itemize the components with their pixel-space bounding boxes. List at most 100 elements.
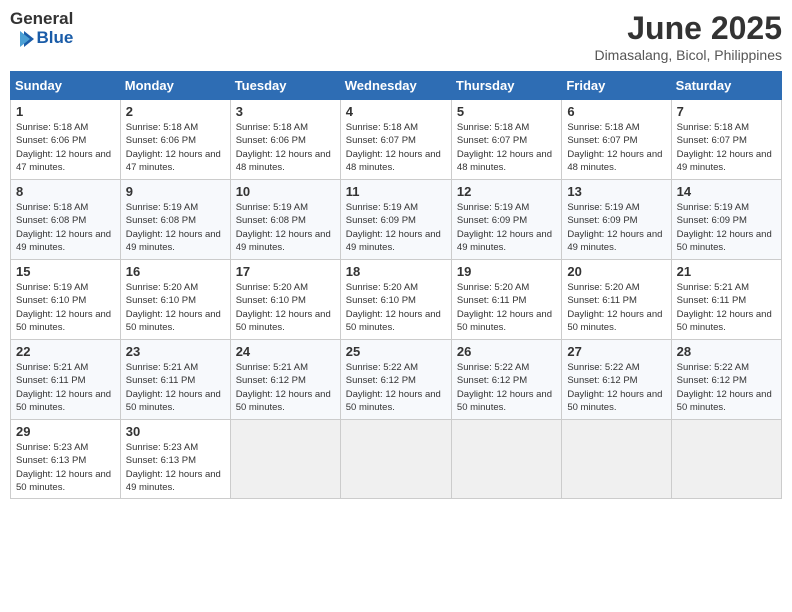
table-row: 29 Sunrise: 5:23 AM Sunset: 6:13 PM Dayl…: [11, 420, 121, 499]
day-info: Sunrise: 5:23 AM Sunset: 6:13 PM Dayligh…: [126, 441, 225, 494]
day-number: 25: [346, 344, 446, 359]
table-row: 28 Sunrise: 5:22 AM Sunset: 6:12 PM Dayl…: [671, 340, 781, 420]
header-friday: Friday: [562, 72, 671, 100]
day-info: Sunrise: 5:21 AM Sunset: 6:11 PM Dayligh…: [16, 361, 115, 414]
table-row: 23 Sunrise: 5:21 AM Sunset: 6:11 PM Dayl…: [120, 340, 230, 420]
day-number: 16: [126, 264, 225, 279]
day-info: Sunrise: 5:23 AM Sunset: 6:13 PM Dayligh…: [16, 441, 115, 494]
day-info: Sunrise: 5:19 AM Sunset: 6:09 PM Dayligh…: [567, 201, 665, 254]
day-number: 7: [677, 104, 776, 119]
day-info: Sunrise: 5:20 AM Sunset: 6:10 PM Dayligh…: [346, 281, 446, 334]
page-header: General Blue June 2025 Dimasalang, Bicol…: [10, 10, 782, 63]
day-number: 9: [126, 184, 225, 199]
day-info: Sunrise: 5:19 AM Sunset: 6:09 PM Dayligh…: [457, 201, 556, 254]
day-info: Sunrise: 5:21 AM Sunset: 6:11 PM Dayligh…: [126, 361, 225, 414]
table-row: [340, 420, 451, 499]
header-saturday: Saturday: [671, 72, 781, 100]
day-info: Sunrise: 5:20 AM Sunset: 6:10 PM Dayligh…: [236, 281, 335, 334]
day-info: Sunrise: 5:20 AM Sunset: 6:10 PM Dayligh…: [126, 281, 225, 334]
table-row: 5 Sunrise: 5:18 AM Sunset: 6:07 PM Dayli…: [451, 100, 561, 180]
table-row: [671, 420, 781, 499]
day-number: 15: [16, 264, 115, 279]
day-number: 2: [126, 104, 225, 119]
header-thursday: Thursday: [451, 72, 561, 100]
table-row: 27 Sunrise: 5:22 AM Sunset: 6:12 PM Dayl…: [562, 340, 671, 420]
day-number: 30: [126, 424, 225, 439]
table-row: 1 Sunrise: 5:18 AM Sunset: 6:06 PM Dayli…: [11, 100, 121, 180]
day-number: 26: [457, 344, 556, 359]
table-row: [451, 420, 561, 499]
day-info: Sunrise: 5:21 AM Sunset: 6:11 PM Dayligh…: [677, 281, 776, 334]
day-number: 29: [16, 424, 115, 439]
day-info: Sunrise: 5:18 AM Sunset: 6:06 PM Dayligh…: [126, 121, 225, 174]
day-info: Sunrise: 5:19 AM Sunset: 6:09 PM Dayligh…: [346, 201, 446, 254]
day-info: Sunrise: 5:20 AM Sunset: 6:11 PM Dayligh…: [567, 281, 665, 334]
day-number: 18: [346, 264, 446, 279]
day-number: 19: [457, 264, 556, 279]
day-number: 20: [567, 264, 665, 279]
logo-general: General: [10, 10, 73, 29]
header-sunday: Sunday: [11, 72, 121, 100]
day-number: 28: [677, 344, 776, 359]
table-row: 2 Sunrise: 5:18 AM Sunset: 6:06 PM Dayli…: [120, 100, 230, 180]
day-number: 27: [567, 344, 665, 359]
table-row: [230, 420, 340, 499]
day-info: Sunrise: 5:18 AM Sunset: 6:07 PM Dayligh…: [346, 121, 446, 174]
table-row: 16 Sunrise: 5:20 AM Sunset: 6:10 PM Dayl…: [120, 260, 230, 340]
header-tuesday: Tuesday: [230, 72, 340, 100]
table-row: 13 Sunrise: 5:19 AM Sunset: 6:09 PM Dayl…: [562, 180, 671, 260]
day-number: 4: [346, 104, 446, 119]
logo-blue: Blue: [36, 29, 73, 48]
day-info: Sunrise: 5:22 AM Sunset: 6:12 PM Dayligh…: [567, 361, 665, 414]
day-number: 6: [567, 104, 665, 119]
table-row: 8 Sunrise: 5:18 AM Sunset: 6:08 PM Dayli…: [11, 180, 121, 260]
day-info: Sunrise: 5:18 AM Sunset: 6:06 PM Dayligh…: [16, 121, 115, 174]
month-title: June 2025: [594, 10, 782, 47]
table-row: 24 Sunrise: 5:21 AM Sunset: 6:12 PM Dayl…: [230, 340, 340, 420]
table-row: 18 Sunrise: 5:20 AM Sunset: 6:10 PM Dayl…: [340, 260, 451, 340]
day-number: 1: [16, 104, 115, 119]
table-row: 30 Sunrise: 5:23 AM Sunset: 6:13 PM Dayl…: [120, 420, 230, 499]
logo: General Blue: [10, 10, 73, 49]
day-info: Sunrise: 5:18 AM Sunset: 6:07 PM Dayligh…: [457, 121, 556, 174]
day-number: 8: [16, 184, 115, 199]
table-row: [562, 420, 671, 499]
table-row: 22 Sunrise: 5:21 AM Sunset: 6:11 PM Dayl…: [11, 340, 121, 420]
day-number: 24: [236, 344, 335, 359]
table-row: 6 Sunrise: 5:18 AM Sunset: 6:07 PM Dayli…: [562, 100, 671, 180]
calendar-table: Sunday Monday Tuesday Wednesday Thursday…: [10, 71, 782, 499]
day-number: 23: [126, 344, 225, 359]
day-number: 11: [346, 184, 446, 199]
day-number: 14: [677, 184, 776, 199]
day-number: 10: [236, 184, 335, 199]
day-number: 5: [457, 104, 556, 119]
table-row: 19 Sunrise: 5:20 AM Sunset: 6:11 PM Dayl…: [451, 260, 561, 340]
header-row: Sunday Monday Tuesday Wednesday Thursday…: [11, 72, 782, 100]
day-info: Sunrise: 5:21 AM Sunset: 6:12 PM Dayligh…: [236, 361, 335, 414]
table-row: 26 Sunrise: 5:22 AM Sunset: 6:12 PM Dayl…: [451, 340, 561, 420]
table-row: 4 Sunrise: 5:18 AM Sunset: 6:07 PM Dayli…: [340, 100, 451, 180]
table-row: 21 Sunrise: 5:21 AM Sunset: 6:11 PM Dayl…: [671, 260, 781, 340]
header-wednesday: Wednesday: [340, 72, 451, 100]
day-number: 12: [457, 184, 556, 199]
header-monday: Monday: [120, 72, 230, 100]
table-row: 20 Sunrise: 5:20 AM Sunset: 6:11 PM Dayl…: [562, 260, 671, 340]
day-number: 13: [567, 184, 665, 199]
table-row: 12 Sunrise: 5:19 AM Sunset: 6:09 PM Dayl…: [451, 180, 561, 260]
table-row: 7 Sunrise: 5:18 AM Sunset: 6:07 PM Dayli…: [671, 100, 781, 180]
table-row: 9 Sunrise: 5:19 AM Sunset: 6:08 PM Dayli…: [120, 180, 230, 260]
day-number: 3: [236, 104, 335, 119]
day-info: Sunrise: 5:19 AM Sunset: 6:08 PM Dayligh…: [126, 201, 225, 254]
title-area: June 2025 Dimasalang, Bicol, Philippines: [594, 10, 782, 63]
day-info: Sunrise: 5:19 AM Sunset: 6:09 PM Dayligh…: [677, 201, 776, 254]
day-info: Sunrise: 5:18 AM Sunset: 6:07 PM Dayligh…: [567, 121, 665, 174]
table-row: 3 Sunrise: 5:18 AM Sunset: 6:06 PM Dayli…: [230, 100, 340, 180]
location-title: Dimasalang, Bicol, Philippines: [594, 47, 782, 63]
day-info: Sunrise: 5:22 AM Sunset: 6:12 PM Dayligh…: [457, 361, 556, 414]
day-info: Sunrise: 5:18 AM Sunset: 6:08 PM Dayligh…: [16, 201, 115, 254]
day-number: 22: [16, 344, 115, 359]
day-number: 21: [677, 264, 776, 279]
table-row: 14 Sunrise: 5:19 AM Sunset: 6:09 PM Dayl…: [671, 180, 781, 260]
logo-icon: [16, 29, 36, 49]
day-number: 17: [236, 264, 335, 279]
